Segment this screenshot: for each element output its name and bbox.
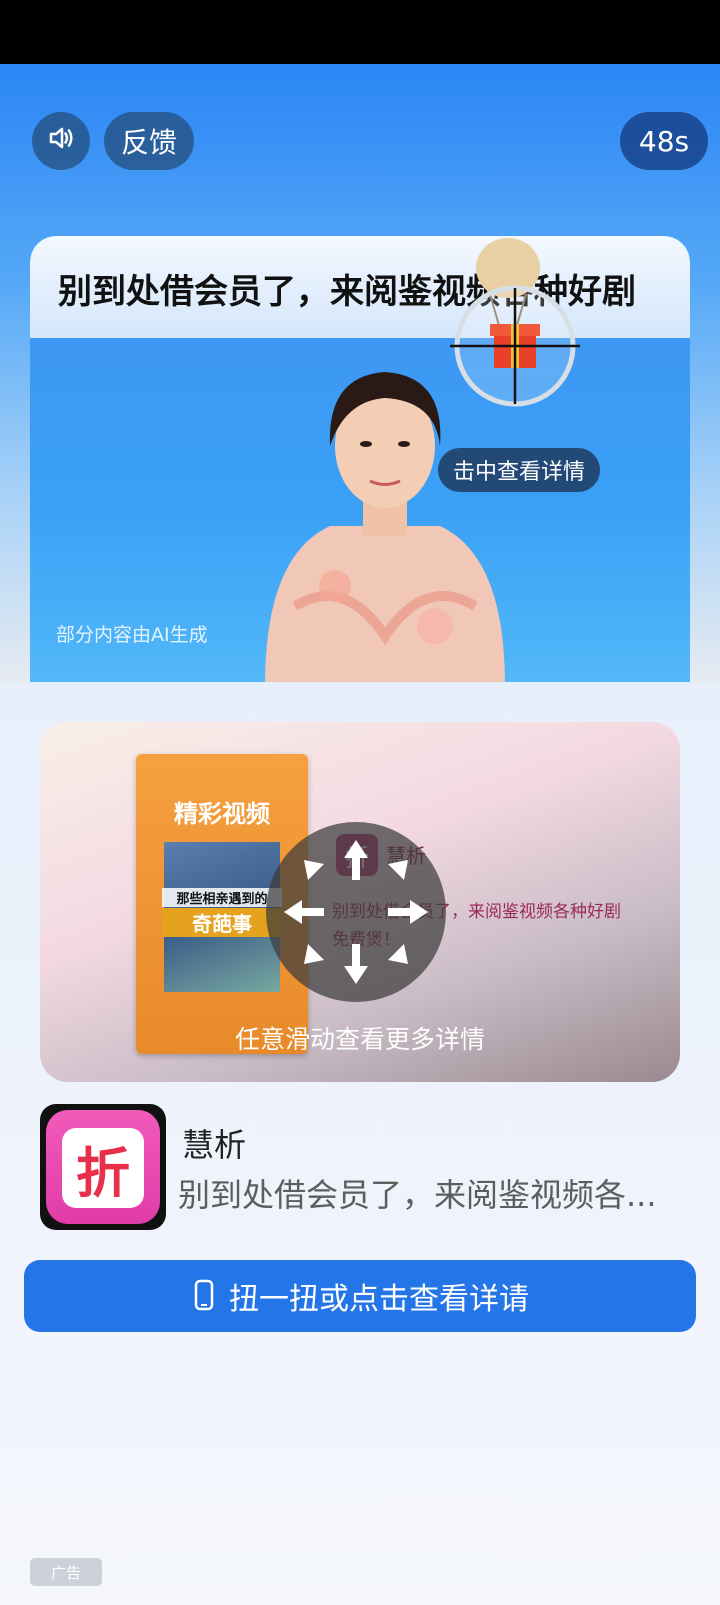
app-description: 别到处借会员了，来阅鉴视频各... bbox=[178, 1176, 657, 1214]
hit-to-view-label[interactable]: 击中查看详情 bbox=[438, 448, 600, 492]
app-name: 慧析 bbox=[182, 1126, 247, 1164]
feedback-button[interactable]: 反馈 bbox=[104, 112, 194, 170]
phone-icon bbox=[191, 1279, 217, 1313]
app-icon-glyph: 折 bbox=[62, 1128, 144, 1208]
ad-preview-card[interactable]: 精彩视频 那些相亲遇到的 奇葩事 折 慧析 别到处借会员了，来阅鉴视频各种好剧免… bbox=[40, 722, 680, 1082]
main-area: 精彩视频 那些相亲遇到的 奇葩事 折 慧析 别到处借会员了，来阅鉴视频各种好剧免… bbox=[0, 682, 720, 1605]
swipe-hint: 任意滑动查看更多详情 bbox=[234, 1025, 485, 1054]
video-area[interactable]: 反馈 48s 别到处借会员了，来阅鉴视频各种好剧 击中查看详情 部分内容由AI生… bbox=[0, 64, 720, 682]
status-bar bbox=[0, 0, 720, 64]
swipe-gesture-icon bbox=[266, 822, 446, 1002]
poster-headline: 奇葩事 bbox=[162, 908, 282, 937]
view-details-button[interactable]: 扭一扭或点击查看详请 bbox=[24, 1260, 696, 1332]
ai-generated-note: 部分内容由AI生成 bbox=[56, 624, 208, 646]
ad-label: 广告 bbox=[50, 1563, 81, 1582]
app-info[interactable]: 折 慧析 别到处借会员了，来阅鉴视频各... bbox=[40, 1104, 700, 1230]
speaker-icon bbox=[46, 123, 76, 160]
video-card[interactable]: 别到处借会员了，来阅鉴视频各种好剧 击中查看详情 部分内容由AI生成 bbox=[30, 236, 690, 682]
gift-target-icon[interactable] bbox=[440, 236, 590, 416]
sound-button[interactable] bbox=[32, 112, 90, 170]
countdown-timer[interactable]: 48s bbox=[620, 112, 708, 170]
view-details-label: 扭一扭或点击查看详请 bbox=[229, 1282, 529, 1317]
ad-badge: 广告 bbox=[30, 1558, 102, 1586]
app-icon[interactable]: 折 bbox=[40, 1104, 166, 1230]
poster-caption: 那些相亲遇到的 bbox=[162, 888, 282, 907]
